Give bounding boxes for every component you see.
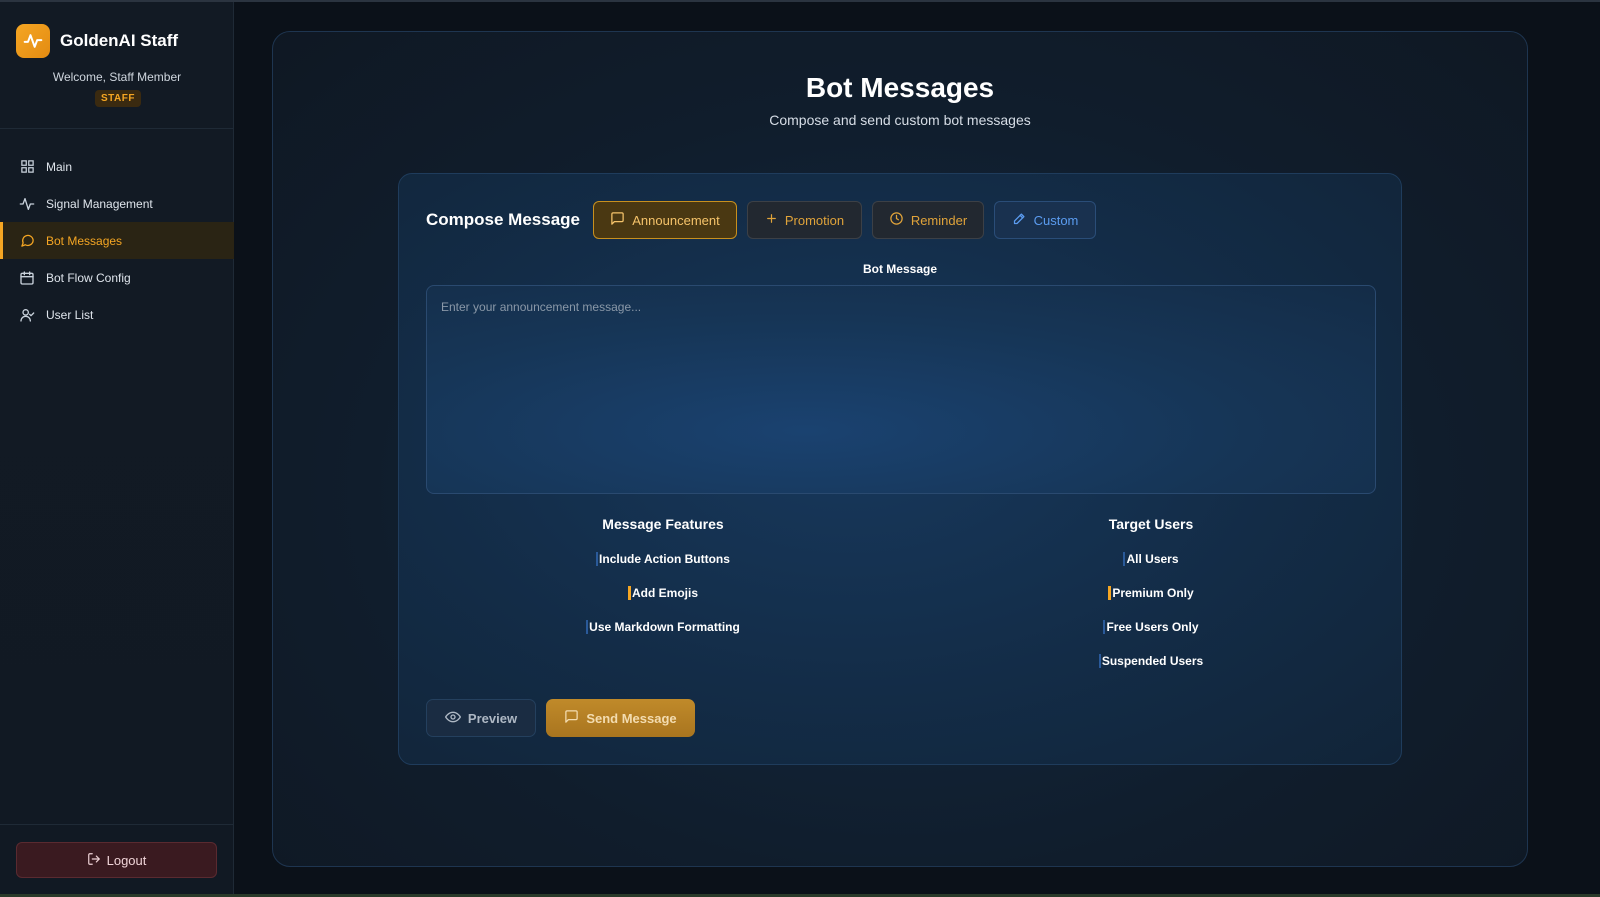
tab-label: Custom	[1033, 212, 1079, 228]
target-users: Target Users All Users Premium Only Free…	[1001, 516, 1301, 678]
tab-label: Reminder	[910, 212, 968, 228]
option-premium-only[interactable]: Premium Only	[1001, 576, 1301, 610]
sidebar-item-label: User List	[46, 307, 94, 322]
sidebar-item-main[interactable]: Main	[0, 148, 234, 185]
logout-button[interactable]: Logout	[16, 842, 217, 878]
option-add-emojis[interactable]: Add Emojis	[513, 576, 813, 610]
sidebar-item-label: Bot Flow Config	[46, 270, 131, 285]
checkbox[interactable]	[596, 552, 599, 566]
logout-label: Logout	[106, 852, 147, 868]
option-label: All Users	[1126, 552, 1179, 566]
preview-button[interactable]: Preview	[426, 699, 536, 737]
message-type-tabs: Announcement Promotion Reminder Custom	[593, 201, 1106, 239]
sidebar-item-label: Signal Management	[46, 196, 153, 211]
sidebar-item-bot-messages[interactable]: Bot Messages	[0, 222, 234, 259]
message-icon	[19, 233, 35, 249]
message-icon	[564, 709, 579, 727]
sidebar: GoldenAI Staff Welcome, Staff Member STA…	[0, 2, 234, 894]
option-label: Use Markdown Formatting	[589, 620, 740, 634]
grid-icon	[19, 159, 35, 175]
sidebar-item-label: Main	[46, 159, 73, 174]
checkbox[interactable]	[586, 620, 589, 634]
brand: GoldenAI Staff	[16, 24, 178, 58]
send-message-label: Send Message	[586, 710, 677, 726]
message-icon	[610, 211, 625, 229]
radio[interactable]	[1103, 620, 1106, 634]
clock-icon	[889, 211, 904, 229]
option-label: Suspended Users	[1101, 654, 1204, 668]
option-label: Premium Only	[1112, 586, 1194, 600]
message-textarea[interactable]	[426, 285, 1376, 494]
message-features: Message Features Include Action Buttons …	[513, 516, 813, 644]
tab-label: Promotion	[784, 212, 845, 228]
page-subtitle: Compose and send custom bot messages	[769, 112, 1031, 128]
checkbox[interactable]	[627, 586, 631, 600]
calendar-icon	[19, 270, 35, 286]
compose-card: Compose Message Announcement Promotion R…	[398, 173, 1402, 765]
sidebar-item-signal-management[interactable]: Signal Management	[0, 185, 234, 222]
option-all-users[interactable]: All Users	[1001, 542, 1301, 576]
option-use-markdown[interactable]: Use Markdown Formatting	[513, 610, 813, 644]
pen-icon	[1012, 211, 1027, 229]
sidebar-item-bot-flow-config[interactable]: Bot Flow Config	[0, 259, 234, 296]
send-message-button[interactable]: Send Message	[546, 699, 695, 737]
divider	[0, 824, 234, 825]
welcome-text: Welcome, Staff Member	[52, 70, 182, 84]
eye-icon	[444, 709, 461, 728]
role-badge: STAFF	[95, 90, 141, 107]
divider	[0, 128, 234, 129]
tab-label: Announcement	[632, 212, 720, 228]
pulse-logo-icon	[16, 24, 50, 58]
radio[interactable]	[1108, 586, 1112, 600]
top-border	[0, 0, 1600, 2]
bot-message-label: Bot Message	[862, 262, 938, 276]
plus-icon	[765, 212, 778, 228]
targets-title: Target Users	[1108, 516, 1194, 532]
sidebar-nav: Main Signal Management Bot Messages Bot …	[0, 148, 234, 333]
radio[interactable]	[1123, 552, 1126, 566]
tab-custom[interactable]: Custom	[994, 201, 1096, 239]
option-label: Free Users Only	[1106, 620, 1199, 634]
page-title: Bot Messages	[805, 72, 995, 103]
tab-reminder[interactable]: Reminder	[872, 201, 984, 239]
brand-name: GoldenAI Staff	[60, 31, 179, 50]
sidebar-item-user-list[interactable]: User List	[0, 296, 234, 333]
compose-title: Compose Message	[426, 210, 580, 229]
main-panel: Bot Messages Compose and send custom bot…	[272, 31, 1528, 867]
option-label: Add Emojis	[631, 586, 698, 600]
option-include-action-buttons[interactable]: Include Action Buttons	[513, 542, 813, 576]
logout-icon	[87, 852, 101, 869]
sidebar-item-label: Bot Messages	[46, 233, 123, 248]
features-title: Message Features	[602, 516, 724, 532]
option-label: Include Action Buttons	[599, 552, 730, 566]
option-free-users-only[interactable]: Free Users Only	[1001, 610, 1301, 644]
radio[interactable]	[1098, 654, 1101, 668]
option-suspended-users[interactable]: Suspended Users	[1001, 644, 1301, 678]
tab-announcement[interactable]: Announcement	[593, 201, 737, 239]
activity-icon	[19, 196, 35, 212]
user-icon	[19, 307, 35, 323]
preview-label: Preview	[467, 710, 518, 726]
tab-promotion[interactable]: Promotion	[747, 201, 862, 239]
